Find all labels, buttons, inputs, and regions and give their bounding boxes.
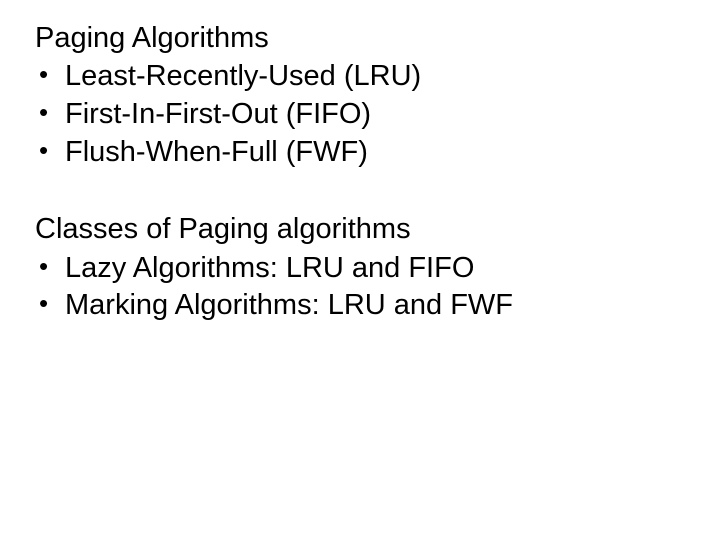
list-item: First-In-First-Out (FIFO) xyxy=(35,96,690,134)
section1-heading: Paging Algorithms xyxy=(35,20,690,56)
list-item: Flush-When-Full (FWF) xyxy=(35,134,690,172)
list-item: Lazy Algorithms: LRU and FIFO xyxy=(35,250,690,288)
section2-list: Lazy Algorithms: LRU and FIFO Marking Al… xyxy=(35,250,690,325)
section2-heading: Classes of Paging algorithms xyxy=(35,211,690,247)
slide: Paging Algorithms Least-Recently-Used (L… xyxy=(0,0,720,540)
list-item: Marking Algorithms: LRU and FWF xyxy=(35,287,690,325)
list-item: Least-Recently-Used (LRU) xyxy=(35,58,690,96)
section1-list: Least-Recently-Used (LRU) First-In-First… xyxy=(35,58,690,171)
